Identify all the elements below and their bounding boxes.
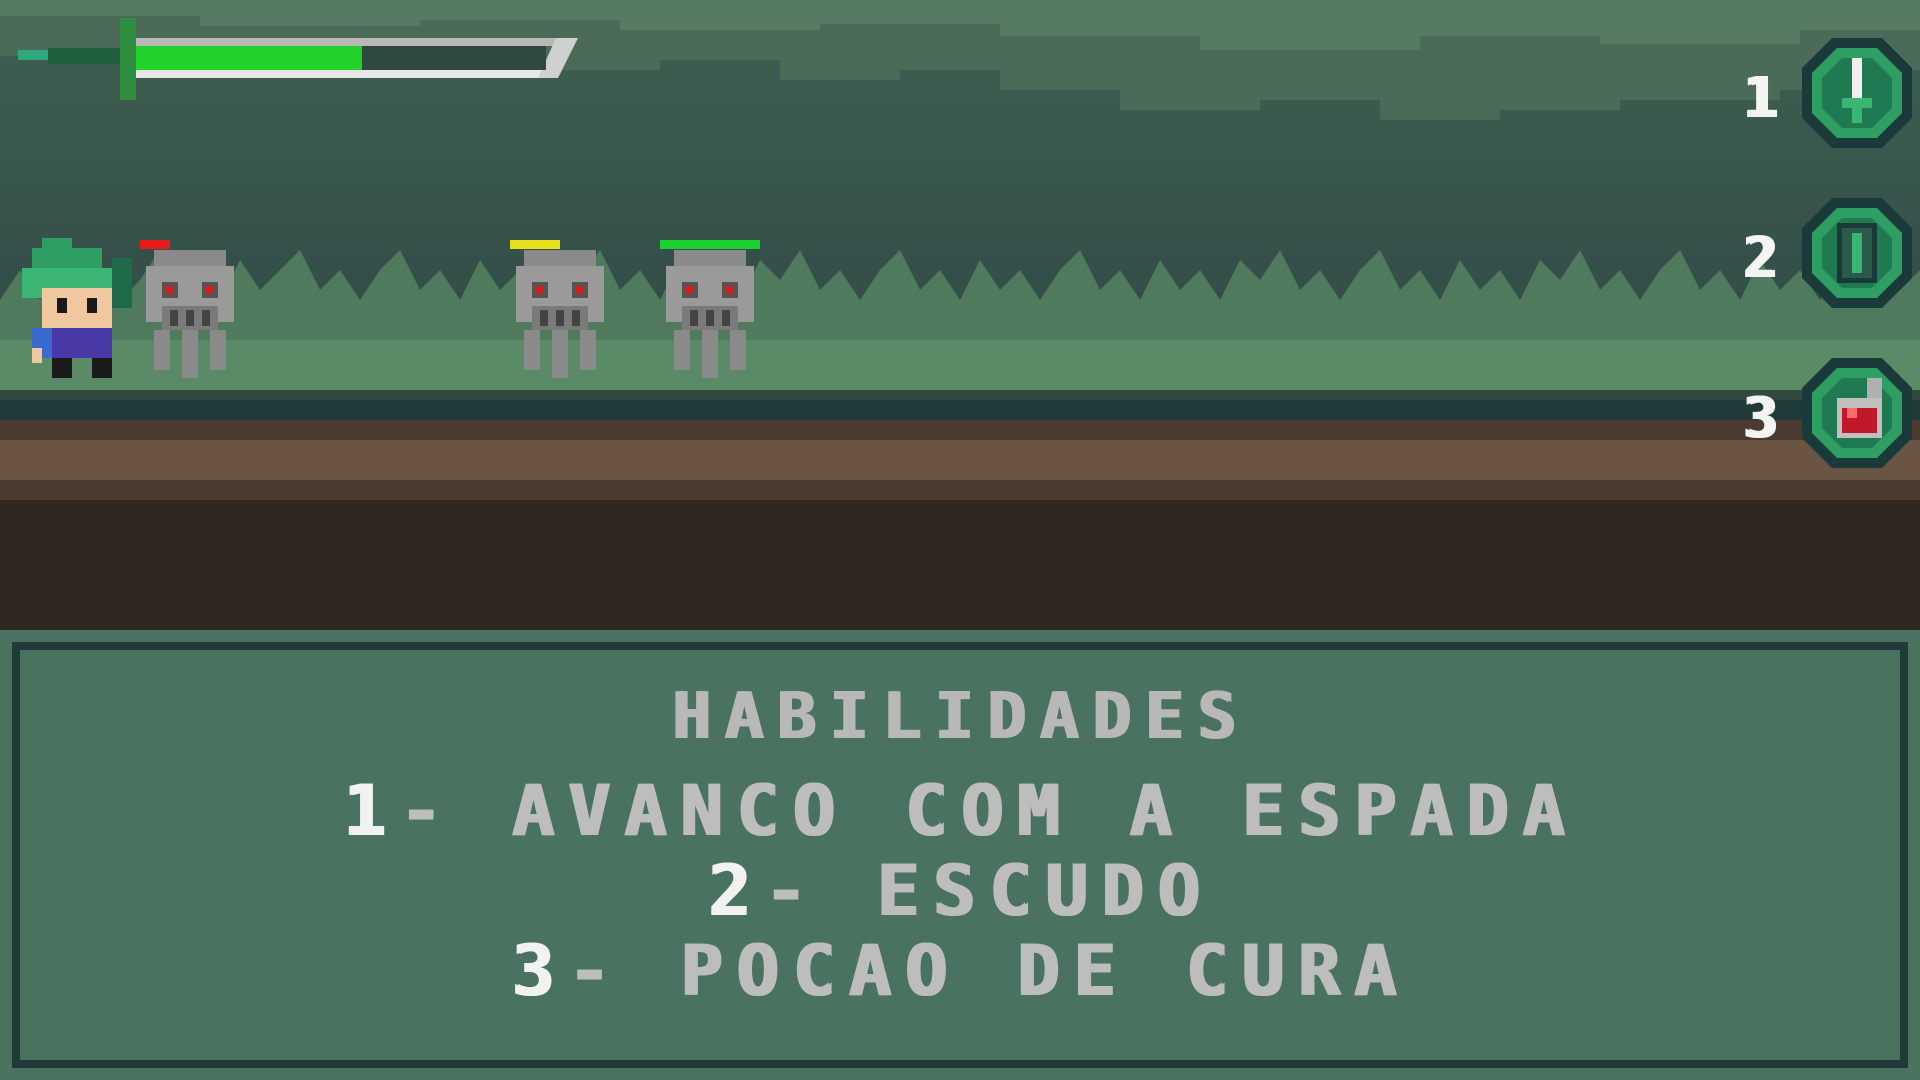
skeleton-ghost-icon <box>146 250 234 378</box>
enemy[interactable] <box>658 238 762 378</box>
enemy[interactable] <box>508 238 612 378</box>
skill-text: - ESCUDO <box>763 850 1213 932</box>
skill-text: - AVANCO COM A ESPADA <box>398 770 1578 852</box>
health-fill <box>136 46 362 70</box>
ability-slot-2[interactable]: 2 <box>1742 198 1912 308</box>
skill-line-2: 2- ESCUDO <box>0 850 1920 932</box>
skill-number: 2 <box>707 850 764 932</box>
slot-key-label: 2 <box>1742 226 1778 291</box>
shield-icon[interactable] <box>1802 198 1912 308</box>
skill-text: - POCAO DE CURA <box>567 930 1410 1012</box>
ability-slot-3[interactable]: 3 <box>1742 358 1912 468</box>
enemy-health-bar <box>660 240 760 249</box>
sword-dash-icon[interactable] <box>1802 38 1912 148</box>
panel-title: HABILIDADES <box>671 680 1249 754</box>
ability-slot-1[interactable]: 1 <box>1742 38 1912 148</box>
bushes <box>0 250 1920 390</box>
slot-key-label: 3 <box>1742 386 1778 451</box>
slot-key-label: 1 <box>1742 66 1778 131</box>
enemy[interactable] <box>138 238 242 378</box>
ground <box>0 400 1920 630</box>
skeleton-ghost-icon <box>516 250 604 378</box>
health-bar <box>18 18 578 100</box>
healing-potion-icon[interactable] <box>1802 358 1912 468</box>
skill-line-1: 1- AVANCO COM A ESPADA <box>0 770 1920 852</box>
skill-line-3: 3- POCAO DE CURA <box>0 930 1920 1012</box>
skill-number: 1 <box>342 770 399 852</box>
green-haired-hero-icon <box>22 238 132 378</box>
skills-panel: HABILIDADES 1- AVANCO COM A ESPADA 2- ES… <box>0 630 1920 1080</box>
enemy-health-bar <box>510 240 560 249</box>
game-scene: 1 2 3 <box>0 0 1920 630</box>
skeleton-ghost-icon <box>666 250 754 378</box>
skill-number: 3 <box>510 930 567 1012</box>
enemy-health-bar <box>140 240 170 249</box>
